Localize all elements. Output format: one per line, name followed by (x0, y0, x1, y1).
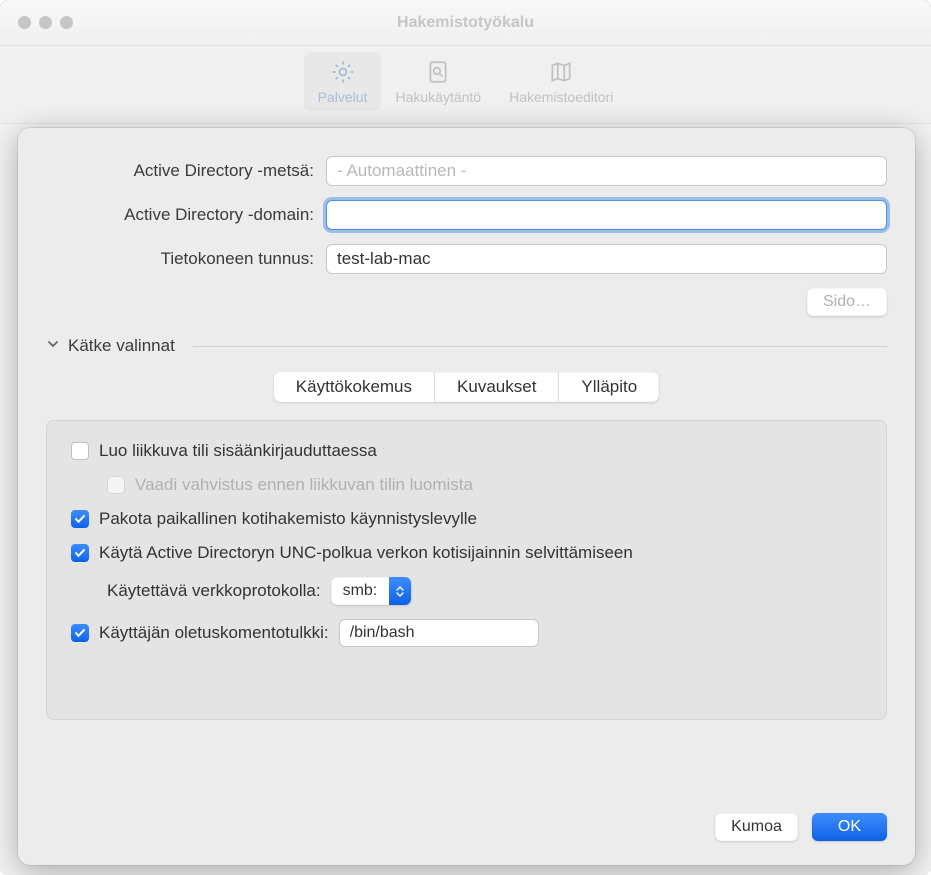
maximize-button[interactable] (60, 16, 73, 29)
default-shell-input[interactable] (339, 619, 539, 647)
checkbox-require-confirm (107, 476, 125, 494)
toolbar-search-policy-label: Hakukäytäntö (395, 89, 481, 105)
search-doc-icon (424, 58, 452, 86)
config-sheet: Active Directory -metsä: Active Director… (18, 128, 915, 865)
checkbox-force-local-home[interactable] (71, 510, 89, 528)
close-button[interactable] (18, 16, 31, 29)
titlebar: Hakemistotyökalu (0, 0, 931, 46)
window: Hakemistotyökalu Palvelut Hakukäytäntö (0, 0, 931, 875)
ok-button[interactable]: OK (812, 813, 887, 841)
map-icon (547, 58, 575, 86)
computer-id-label: Tietokoneen tunnus: (46, 249, 326, 269)
computer-id-input[interactable] (326, 244, 887, 274)
bind-button[interactable]: Sido… (807, 288, 887, 316)
tab-ux[interactable]: Käyttökokemus (274, 372, 435, 402)
toolbar-directory-editor[interactable]: Hakemistoeditori (495, 52, 627, 111)
label-use-unc: Käytä Active Directoryn UNC-polkua verko… (99, 543, 633, 563)
label-default-shell: Käyttäjän oletuskomentotulkki: (99, 623, 329, 643)
tabs: Käyttökokemus Kuvaukset Ylläpito (274, 372, 659, 402)
protocol-label: Käytettävä verkkoprotokolla: (107, 581, 321, 601)
checkbox-default-shell[interactable] (71, 624, 89, 642)
disclosure-label[interactable]: Kätke valinnat (68, 336, 175, 356)
forest-input[interactable] (326, 156, 887, 186)
forest-label: Active Directory -metsä: (46, 161, 326, 181)
toolbar-services[interactable]: Palvelut (304, 52, 382, 111)
domain-input[interactable] (326, 200, 887, 230)
toolbar: Palvelut Hakukäytäntö Hakemistoeditori (0, 46, 931, 124)
separator (193, 346, 887, 347)
popup-arrows-icon (389, 577, 411, 605)
toolbar-services-label: Palvelut (318, 89, 368, 105)
cancel-button[interactable]: Kumoa (715, 813, 798, 841)
chevron-down-icon[interactable] (46, 337, 60, 356)
label-create-mobile: Luo liikkuva tili sisäänkirjauduttaessa (99, 441, 377, 461)
traffic-lights (18, 16, 73, 29)
label-force-local-home: Pakota paikallinen kotihakemisto käynnis… (99, 509, 477, 529)
options-panel: Luo liikkuva tili sisäänkirjauduttaessa … (46, 420, 887, 720)
tab-admin[interactable]: Ylläpito (559, 372, 659, 402)
label-require-confirm: Vaadi vahvistus ennen liikkuvan tilin lu… (135, 475, 473, 495)
protocol-value: smb: (331, 582, 390, 600)
toolbar-search-policy[interactable]: Hakukäytäntö (381, 52, 495, 111)
gear-icon (329, 58, 357, 86)
checkbox-create-mobile[interactable] (71, 442, 89, 460)
protocol-popup[interactable]: smb: (331, 577, 412, 605)
minimize-button[interactable] (39, 16, 52, 29)
toolbar-directory-editor-label: Hakemistoeditori (509, 89, 613, 105)
window-title: Hakemistotyökalu (0, 14, 931, 32)
domain-label: Active Directory -domain: (46, 205, 326, 225)
checkbox-use-unc[interactable] (71, 544, 89, 562)
tab-mappings[interactable]: Kuvaukset (435, 372, 559, 402)
